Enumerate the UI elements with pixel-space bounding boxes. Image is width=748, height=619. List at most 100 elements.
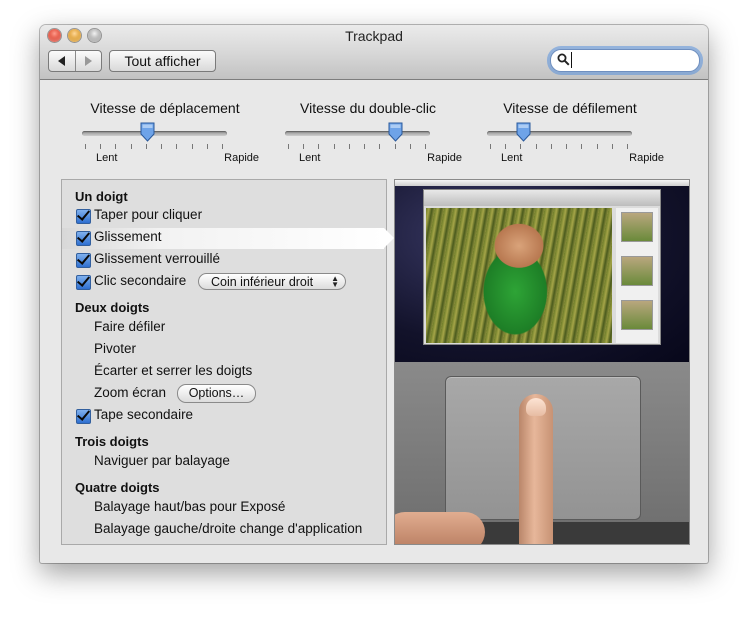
slider-tick <box>566 144 567 149</box>
tap-to-click-checkbox[interactable] <box>76 209 91 224</box>
selection-pointer-icon <box>384 228 394 248</box>
preview-screen-image <box>395 180 689 362</box>
scrolling-speed-title: Vitesse de défilement <box>503 100 637 116</box>
fingernail-image <box>526 398 546 416</box>
title-bar: Trackpad Tout afficher <box>40 25 708 80</box>
slider-tick <box>597 144 598 149</box>
trackpad-preferences-window: Trackpad Tout afficher Vitesse de déplac… <box>40 25 708 563</box>
app-switch-swipe-option[interactable]: Balayage gauche/droite change d'applicat… <box>94 521 362 536</box>
four-fingers-heading: Quatre doigts <box>75 480 160 495</box>
swipe-navigate-option[interactable]: Naviguer par balayage <box>94 453 230 468</box>
secondary-click-checkbox[interactable] <box>76 275 91 290</box>
zoom-options-button[interactable]: Options… <box>177 384 256 403</box>
double-click-speed-knob[interactable] <box>388 122 403 142</box>
pinch-option[interactable]: Écarter et serrer les doigts <box>94 363 252 378</box>
slider-tick <box>551 144 552 149</box>
secondary-click-label[interactable]: Clic secondaire <box>94 273 186 288</box>
double-click-speed-ticks <box>288 144 426 150</box>
double-click-speed-min-label: Lent <box>299 152 321 164</box>
slider-tick <box>161 144 162 149</box>
slider-tick <box>490 144 491 149</box>
slider-tick <box>222 144 223 149</box>
slider-tick <box>612 144 613 149</box>
double-click-speed-track[interactable] <box>285 131 430 136</box>
gesture-preview-video <box>394 179 690 545</box>
slider-tick <box>318 144 319 149</box>
tracking-speed-min-label: Lent <box>96 152 118 164</box>
slider-tick <box>349 144 350 149</box>
slider-tick <box>131 144 132 149</box>
slider-tick <box>176 144 177 149</box>
tracking-speed-knob[interactable] <box>140 122 155 142</box>
slider-tick <box>334 144 335 149</box>
three-fingers-heading: Trois doigts <box>75 434 149 449</box>
scrolling-speed-min-label: Lent <box>501 152 523 164</box>
tap-to-click-label[interactable]: Taper pour cliquer <box>94 207 202 222</box>
dragging-checkbox[interactable] <box>76 231 91 246</box>
thumb-image <box>395 512 485 544</box>
slider-tick <box>207 144 208 149</box>
slider-tick <box>192 144 193 149</box>
slider-tick <box>520 144 521 149</box>
slider-tick <box>146 144 147 149</box>
preview-app-window <box>423 189 661 345</box>
double-click-speed-max-label: Rapide <box>427 152 462 164</box>
scrolling-speed-track[interactable] <box>487 131 632 136</box>
gesture-options-panel: Un doigt Taper pour cliquer Glissement G… <box>61 179 394 545</box>
preview-menubar <box>395 180 689 186</box>
finger-image <box>519 394 553 544</box>
window-title: Trackpad <box>345 28 403 44</box>
drag-lock-label[interactable]: Glissement verrouillé <box>94 251 220 266</box>
slider-tick <box>505 144 506 149</box>
dragging-label[interactable]: Glissement <box>94 229 162 244</box>
screen-zoom-option[interactable]: Zoom écran <box>94 385 166 400</box>
slider-tick <box>364 144 365 149</box>
slider-tick <box>395 144 396 149</box>
scrolling-speed-ticks <box>490 144 628 150</box>
slider-tick <box>410 144 411 149</box>
drag-lock-checkbox[interactable] <box>76 253 91 268</box>
preview-trackpad-image <box>395 362 689 544</box>
double-click-speed-title: Vitesse du double-clic <box>300 100 436 116</box>
preview-thumbnails <box>616 208 658 343</box>
preview-app-toolbar <box>424 190 660 206</box>
slider-tick <box>379 144 380 149</box>
back-arrow-icon <box>58 56 66 66</box>
slider-tick <box>303 144 304 149</box>
slider-tick <box>288 144 289 149</box>
rotate-option[interactable]: Pivoter <box>94 341 136 356</box>
scrolling-speed-knob[interactable] <box>516 122 531 142</box>
scroll-option[interactable]: Faire défiler <box>94 319 165 334</box>
slider-tick <box>581 144 582 149</box>
two-fingers-heading: Deux doigts <box>75 300 150 315</box>
tracking-speed-ticks <box>85 144 223 150</box>
slider-tick <box>85 144 86 149</box>
search-input[interactable] <box>571 52 692 68</box>
slider-tick <box>100 144 101 149</box>
expose-swipe-option[interactable]: Balayage haut/bas pour Exposé <box>94 499 285 514</box>
secondary-tap-label[interactable]: Tape secondaire <box>94 407 193 422</box>
forward-button[interactable] <box>74 51 102 71</box>
search-field[interactable] <box>550 49 700 72</box>
slider-tick <box>425 144 426 149</box>
forward-arrow-icon <box>84 56 92 66</box>
back-forward-control <box>48 50 102 72</box>
secondary-click-corner-value: Coin inférieur droit <box>211 275 314 289</box>
scrolling-speed-max-label: Rapide <box>629 152 664 164</box>
secondary-click-corner-popup[interactable]: Coin inférieur droit ▲ ▼ <box>198 273 346 290</box>
slider-tick <box>627 144 628 149</box>
preview-photo-image <box>426 208 612 343</box>
secondary-tap-checkbox[interactable] <box>76 409 91 424</box>
preview-thumbnail <box>621 256 653 286</box>
one-finger-heading: Un doigt <box>75 189 128 204</box>
preview-thumbnail <box>621 212 653 242</box>
popup-arrows-icon: ▲ ▼ <box>331 274 339 289</box>
slider-tick <box>115 144 116 149</box>
show-all-button[interactable]: Tout afficher <box>109 50 216 72</box>
tracking-speed-max-label: Rapide <box>224 152 259 164</box>
preview-thumbnail <box>621 300 653 330</box>
back-button[interactable] <box>49 51 75 71</box>
slider-tick <box>536 144 537 149</box>
magnifier-icon <box>557 53 570 66</box>
tracking-speed-title: Vitesse de déplacement <box>90 100 240 116</box>
